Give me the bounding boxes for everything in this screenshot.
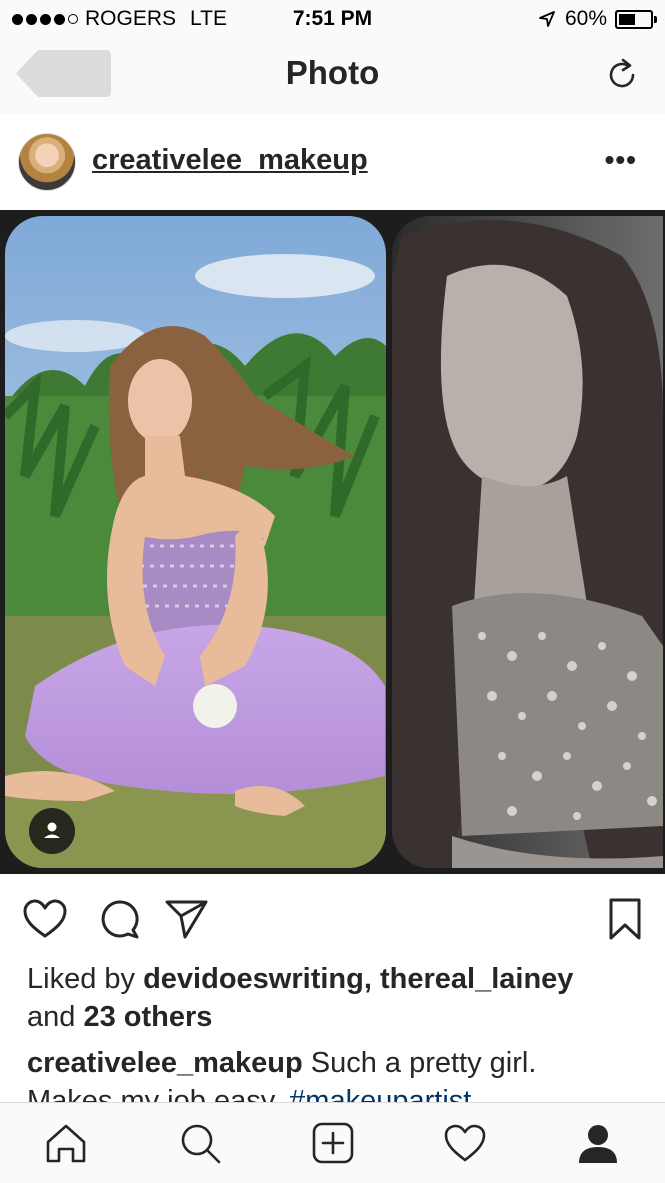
user-tag-button[interactable]	[29, 808, 75, 854]
post-username[interactable]: creativelee_makeup	[92, 144, 368, 177]
location-arrow-icon	[539, 11, 555, 27]
liker-username[interactable]: thereal_lainey	[380, 963, 573, 995]
likes-others-link[interactable]: 23 others	[83, 1001, 212, 1033]
post-header: creativelee_makeup •••	[0, 114, 665, 210]
home-icon[interactable]	[44, 1121, 88, 1165]
photo-panel-bw	[392, 216, 663, 868]
likes-separator: ,	[363, 963, 380, 995]
caption-username[interactable]: creativelee_makeup	[27, 1047, 303, 1079]
add-icon[interactable]	[311, 1121, 355, 1165]
comment-icon[interactable]	[96, 896, 142, 942]
profile-icon[interactable]	[576, 1121, 620, 1165]
post-action-bar	[0, 874, 665, 960]
page-title: Photo	[285, 54, 380, 91]
likes-and: and	[27, 1001, 84, 1033]
refresh-icon[interactable]	[603, 56, 641, 94]
nav-header: Photo	[0, 38, 665, 115]
heart-icon[interactable]	[22, 896, 68, 942]
status-right: 60%	[537, 7, 657, 31]
status-bar: ROGERS LTE 7:51 PM 60%	[0, 0, 665, 38]
post-photo[interactable]	[0, 210, 665, 874]
search-icon[interactable]	[178, 1121, 222, 1165]
bookmark-icon[interactable]	[602, 896, 648, 942]
liker-username[interactable]: devidoeswriting	[143, 963, 364, 995]
battery-percent: 60%	[564, 7, 607, 30]
battery-icon	[615, 9, 657, 29]
bottom-tab-bar	[0, 1102, 665, 1183]
activity-heart-icon[interactable]	[443, 1121, 487, 1165]
battery-level-fill	[619, 13, 635, 25]
photo-girl-profile	[392, 216, 663, 868]
user-tag-icon	[44, 822, 60, 838]
likes-prefix: Liked by	[27, 963, 144, 995]
likes-summary: Liked by devidoeswriting, thereal_lainey…	[27, 960, 637, 1036]
more-options-button[interactable]: •••	[605, 144, 637, 176]
photo-girl-in-field	[5, 216, 386, 868]
caption-text: Such a pretty girl.	[302, 1047, 537, 1079]
photo-panel-color	[5, 216, 386, 868]
avatar[interactable]	[18, 133, 76, 191]
send-icon[interactable]	[163, 896, 209, 942]
